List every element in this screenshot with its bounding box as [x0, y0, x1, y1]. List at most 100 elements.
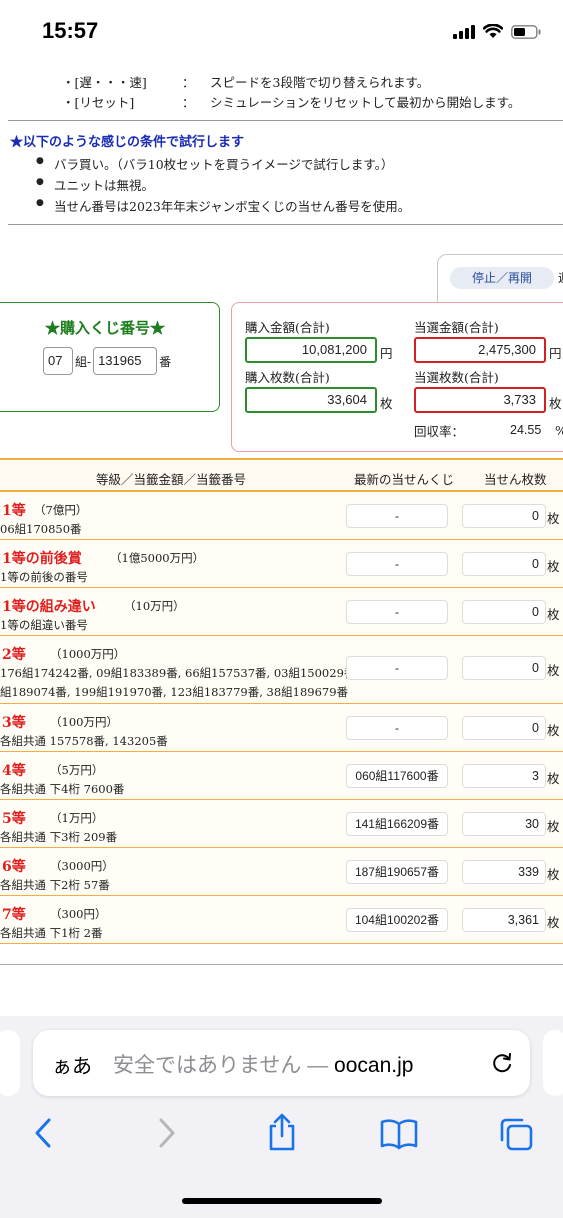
control-key: ・[リセット]	[62, 95, 135, 110]
prize-name: 4等	[2, 763, 26, 779]
prize-name: 2等	[2, 647, 26, 663]
bookmarks-icon[interactable]	[380, 1118, 418, 1150]
count-unit: 枚	[547, 559, 560, 574]
winning-count: 3	[462, 764, 546, 788]
web-page: ・[遅・・・速] ： スピードを3段階で切り替えられます。 ・[リセット] ： …	[0, 56, 563, 1016]
table-row: 3等 （100万円） 各組共通 157578番, 143205番 -0 枚	[0, 704, 563, 752]
control-key: ・[遅・・・速]	[62, 75, 147, 90]
url-host: oocan.jp	[334, 1054, 414, 1077]
prize-amount: （1000万円）	[50, 647, 126, 661]
purchase-amount-label: 購入金額(合計)	[245, 320, 330, 335]
control-desc: シミュレーションをリセットして最初から開始します。	[210, 95, 521, 110]
prize-name: 1等の前後賞	[2, 551, 82, 567]
count-unit: 枚	[547, 723, 560, 738]
prize-amount: （3000円）	[50, 859, 114, 873]
ticket-number-row: 07 組- 131965 番	[43, 347, 171, 375]
prize-amount: （5万円）	[50, 763, 104, 777]
control-help-speed: ・[遅・・・速] ： スピードを3段階で切り替えられます。	[62, 72, 429, 91]
table-row: 1等の組み違い （10万円） 1等の組違い番号 -0 枚	[0, 588, 563, 636]
prize-name: 5等	[2, 811, 26, 827]
purchase-amount-unit: 円	[380, 346, 393, 361]
prize-numbers: 1等の組違い番号	[0, 618, 88, 632]
win-amount-value: 2,475,300	[414, 337, 546, 363]
header-prize: 等級／当籤金額／当籤番号	[96, 472, 247, 487]
ticket-number-field[interactable]: 131965	[93, 347, 158, 375]
purchase-amount-value: 10,081,200	[245, 337, 377, 363]
status-icons	[453, 24, 541, 39]
conditions-list: バラ買い。（バラ10枚セットを買うイメージで試行します。） ユニットは無視。 当…	[36, 154, 410, 217]
winning-count: 339	[462, 860, 546, 884]
status-bar: 15:57	[0, 0, 563, 64]
prize-name: 6等	[2, 859, 26, 875]
win-count-value: 3,733	[414, 387, 546, 413]
status-time: 15:57	[42, 18, 99, 43]
address-bar[interactable]: ぁあ 安全ではありません — oocan.jp	[33, 1030, 530, 1096]
control-colon: ：	[182, 95, 195, 110]
prize-numbers-cont: 組189074番, 199組191970番, 123組183779番, 38組1…	[0, 685, 349, 699]
prize-name: 1等	[2, 503, 26, 519]
prize-amount: （1万円）	[50, 811, 104, 825]
prize-amount: （1億5000万円）	[110, 551, 205, 565]
winning-count: 30	[462, 812, 546, 836]
stop-resume-button[interactable]: 停止／再開	[450, 267, 554, 289]
prize-amount: （300円）	[50, 907, 107, 921]
divider	[8, 120, 563, 121]
prize-amount: （100万円）	[50, 715, 118, 729]
winning-count: 0	[462, 504, 546, 528]
back-icon[interactable]	[32, 1116, 56, 1150]
prize-numbers: 1等の前後の番号	[0, 570, 88, 584]
control-colon: ：	[182, 75, 195, 90]
previous-tab-card[interactable]	[0, 1030, 20, 1096]
latest-winning-ticket: -	[346, 600, 448, 624]
control-help-reset: ・[リセット] ： シミュレーションをリセットして最初から開始します。	[62, 92, 520, 111]
winning-count: 0	[462, 656, 546, 680]
latest-winning-ticket: -	[346, 552, 448, 576]
count-unit: 枚	[547, 771, 560, 786]
url-text[interactable]: 安全ではありません — oocan.jp	[113, 1049, 483, 1079]
table-header: 等級／当籤金額／当籤番号 最新の当せんくじ 当せん枚数	[0, 460, 563, 492]
prize-numbers: 176組174242番, 09組183389番, 66組157537番, 03組…	[0, 666, 378, 680]
latest-winning-ticket: 187組190657番	[346, 860, 448, 884]
ticket-group-field[interactable]: 07	[43, 347, 73, 375]
control-desc: スピードを3段階で切り替えられます。	[210, 75, 430, 90]
home-indicator	[182, 1198, 382, 1204]
speed-slow-button[interactable]: 遅	[558, 269, 563, 286]
prize-numbers: 各組共通 下4桁 7600番	[0, 782, 125, 796]
winning-count: 0	[462, 552, 546, 576]
browser-toolbar: ぁあ 安全ではありません — oocan.jp	[0, 1016, 563, 1218]
next-tab-card[interactable]	[543, 1030, 563, 1096]
purchase-count-unit: 枚	[380, 396, 393, 411]
reload-icon[interactable]	[490, 1050, 514, 1076]
latest-winning-ticket: 060組117600番	[346, 764, 448, 788]
ticket-title: ★購入くじ番号★	[44, 319, 165, 337]
win-amount-label: 当選金額(合計)	[414, 320, 499, 335]
count-unit: 枚	[547, 607, 560, 622]
return-rate-label: 回収率：	[414, 424, 465, 439]
prize-numbers: 各組共通 157578番, 143205番	[0, 734, 168, 748]
prize-numbers: 各組共通 下2桁 57番	[0, 878, 110, 892]
divider	[8, 224, 563, 225]
totals-panel: 購入金額(合計) 10,081,200 円 当選金額(合計) 2,475,300…	[231, 302, 563, 452]
table-row: 5等 （1万円） 各組共通 下3桁 209番 141組166209番 30 枚	[0, 800, 563, 848]
table-row: 4等 （5万円） 各組共通 下4桁 7600番 060組117600番 3 枚	[0, 752, 563, 800]
prize-numbers: 06組170850番	[0, 522, 82, 536]
count-unit: 枚	[547, 867, 560, 882]
count-unit: 枚	[547, 511, 560, 526]
prize-name: 7等	[2, 907, 26, 923]
header-count: 当せん枚数	[484, 472, 547, 487]
prize-amount: （10万円）	[124, 599, 185, 613]
share-icon[interactable]	[265, 1112, 299, 1152]
table-row: 7等 （300円） 各組共通 下1桁 2番 104組100202番 3,361 枚	[0, 896, 563, 944]
tabs-icon[interactable]	[498, 1116, 534, 1152]
prize-amount: （7億円）	[34, 503, 88, 517]
latest-winning-ticket: 104組100202番	[346, 908, 448, 932]
condition-item: ユニットは無視。	[36, 175, 410, 196]
count-unit: 枚	[547, 819, 560, 834]
return-rate-unit: %	[555, 423, 563, 438]
purchase-count-value: 33,604	[245, 387, 377, 413]
forward-icon[interactable]	[154, 1116, 178, 1150]
page-settings-button[interactable]: ぁあ	[52, 1050, 92, 1079]
group-suffix: 組-	[75, 354, 92, 369]
table-row: 2等 （1000万円） 176組174242番, 09組183389番, 66組15…	[0, 636, 563, 704]
header-latest: 最新の当せんくじ	[354, 472, 455, 487]
